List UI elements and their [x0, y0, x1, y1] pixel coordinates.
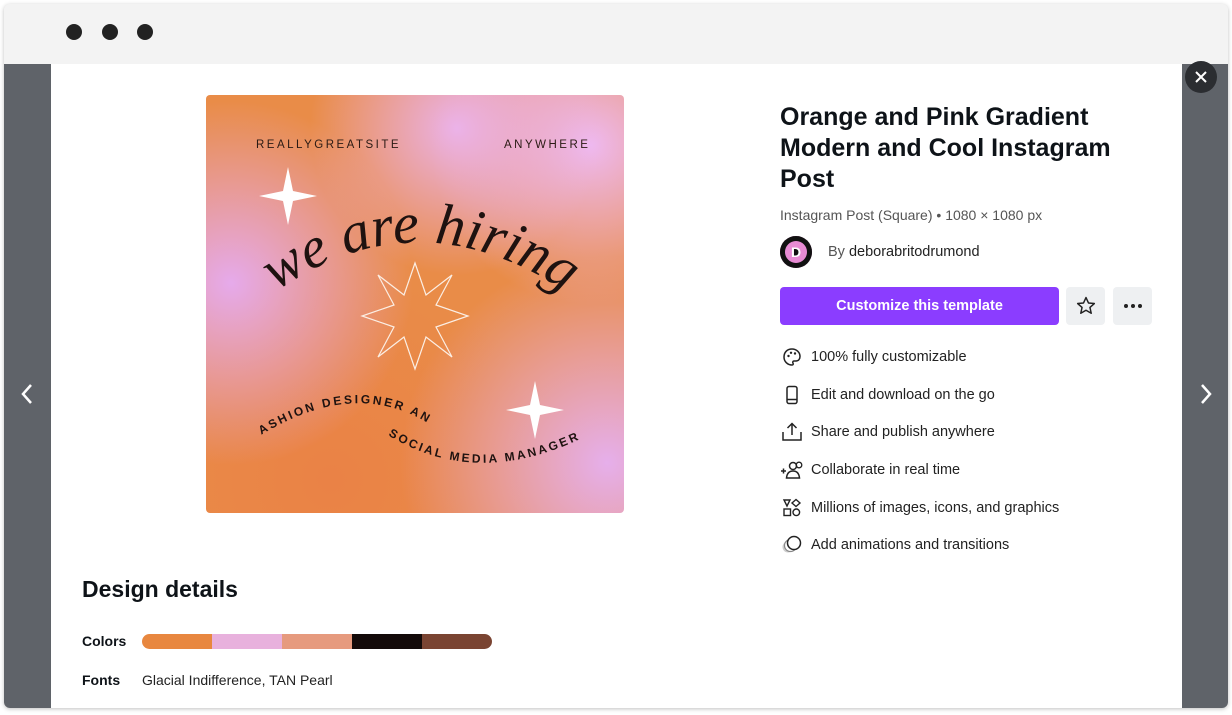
author-row[interactable]: D By deborabritodrumond	[780, 236, 980, 268]
next-template-button[interactable]	[1191, 374, 1221, 414]
modal-backdrop[interactable]: REALLYGREATSITE ANYWHERE we are hiring F…	[4, 64, 1228, 708]
color-swatch[interactable]	[352, 634, 422, 649]
preview-headline: we are hiring	[249, 190, 593, 302]
feature-label: Add animations and transitions	[811, 537, 1010, 554]
feature-label: 100% fully customizable	[811, 348, 967, 365]
fonts-value: Glacial Indifference, TAN Pearl	[142, 672, 333, 688]
feature-label: Share and publish anywhere	[811, 424, 995, 441]
more-options-button[interactable]	[1113, 287, 1152, 325]
template-modal: REALLYGREATSITE ANYWHERE we are hiring F…	[51, 64, 1182, 708]
author-credit: By deborabritodrumond	[828, 244, 980, 260]
feature-item: Edit and download on the go	[780, 376, 1059, 414]
animation-icon	[780, 533, 804, 557]
close-modal-button[interactable]	[1185, 61, 1217, 93]
collaborate-icon	[780, 458, 804, 482]
star-outline-icon	[360, 261, 470, 371]
close-icon	[1195, 71, 1207, 83]
author-name[interactable]: deborabritodrumond	[849, 244, 980, 260]
template-title: Orange and Pink Gradient Modern and Cool…	[780, 103, 1111, 193]
preview-subline-2: SOCIAL MEDIA MANAGER	[386, 426, 582, 466]
window-control-close[interactable]	[66, 24, 82, 40]
color-swatch[interactable]	[212, 634, 282, 649]
template-preview: REALLYGREATSITE ANYWHERE we are hiring F…	[206, 95, 624, 513]
feature-item: 100% fully customizable	[780, 338, 1059, 376]
palette-icon	[780, 345, 804, 369]
feature-item: Collaborate in real time	[780, 451, 1059, 489]
customize-template-button[interactable]: Customize this template	[780, 287, 1059, 325]
chevron-left-icon	[21, 384, 32, 404]
template-meta: Instagram Post (Square) • 1080 × 1080 px	[780, 207, 1043, 223]
star-icon	[1076, 296, 1095, 314]
color-swatch[interactable]	[422, 634, 492, 649]
fonts-label: Fonts	[82, 672, 121, 688]
elements-icon	[780, 496, 804, 520]
browser-window: REALLYGREATSITE ANYWHERE we are hiring F…	[4, 4, 1228, 708]
favorite-button[interactable]	[1066, 287, 1105, 325]
feature-label: Millions of images, icons, and graphics	[811, 499, 1060, 516]
phone-icon	[780, 383, 804, 407]
color-swatch[interactable]	[142, 634, 212, 649]
feature-label: Collaborate in real time	[811, 461, 961, 478]
author-prefix: By	[828, 244, 845, 260]
avatar[interactable]: D	[780, 236, 812, 268]
feature-item: Add animations and transitions	[780, 526, 1059, 564]
share-icon	[780, 420, 804, 444]
colors-label: Colors	[82, 633, 127, 649]
title-bar	[4, 4, 1228, 64]
color-palette	[142, 634, 492, 649]
feature-list: 100% fully customizable Edit and downloa…	[780, 338, 1059, 564]
color-swatch[interactable]	[282, 634, 352, 649]
window-control-minimize[interactable]	[102, 24, 118, 40]
chevron-right-icon	[1201, 384, 1212, 404]
previous-template-button[interactable]	[12, 374, 42, 414]
feature-item: Millions of images, icons, and graphics	[780, 489, 1059, 527]
feature-label: Edit and download on the go	[811, 386, 995, 403]
preview-artwork: we are hiring FASHION DESIGNER AND SOCIA…	[206, 95, 593, 466]
more-icon	[1123, 304, 1142, 308]
sparkle-icon	[506, 381, 564, 439]
design-details-heading: Design details	[82, 576, 238, 602]
feature-item: Share and publish anywhere	[780, 413, 1059, 451]
window-control-maximize[interactable]	[137, 24, 153, 40]
